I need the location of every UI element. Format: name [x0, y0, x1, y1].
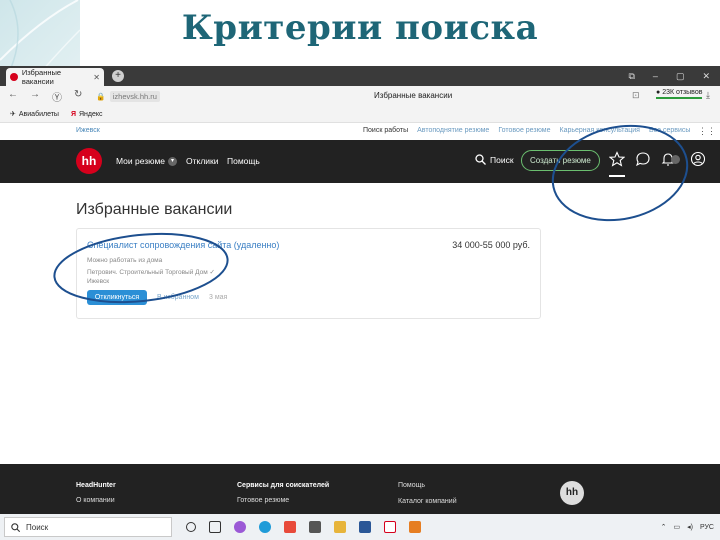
favorite-link[interactable]: В избранном: [157, 294, 199, 301]
system-tray: ⌃ ▭ ◂) РУС: [661, 523, 714, 532]
create-resume-button[interactable]: Создать резюме: [521, 150, 600, 171]
hh-footer: HeadHunter О компании Сервисы для соиска…: [0, 464, 720, 514]
url-host: izhevsk.hh.ru: [109, 90, 160, 102]
yandex-app-icon[interactable]: [384, 521, 396, 533]
verified-check-icon: ✓: [209, 269, 215, 276]
edge-icon[interactable]: [259, 521, 271, 533]
app-orange-icon[interactable]: [409, 521, 421, 533]
download-icon[interactable]: ⤓: [706, 90, 710, 101]
yandex-icon[interactable]: Ⓨ: [52, 89, 62, 104]
reviews-badge[interactable]: ● 23К отзывов: [656, 89, 703, 99]
battery-icon[interactable]: ▭: [673, 523, 680, 531]
bookmark-icon[interactable]: ⊡: [632, 90, 640, 101]
browser-tab[interactable]: Избранные вакансии ✕: [6, 68, 104, 86]
new-tab-button[interactable]: +: [112, 70, 124, 82]
close-tab-icon[interactable]: ✕: [93, 73, 100, 82]
link-all-services[interactable]: Все сервисы: [649, 127, 690, 134]
link-ready-resume[interactable]: Готовое резюме: [498, 127, 550, 134]
city-selector[interactable]: Ижевск: [76, 127, 100, 134]
window-controls: ⧉ – ▢ ✕: [628, 71, 710, 82]
search-icon: [475, 154, 486, 165]
notification-badge: [671, 155, 680, 164]
cortana-icon[interactable]: [186, 522, 196, 532]
vacancy-remote: Можно работать из дома: [87, 257, 163, 264]
vacancy-city: Ижевск: [87, 278, 110, 285]
bookmark-yandex[interactable]: Я Яндекс: [71, 111, 103, 118]
active-tab-underline: [609, 175, 625, 177]
bookmarks-bar: ✈ Авиабилеты Я Яндекс: [0, 106, 720, 123]
browser-tab-bar: Избранные вакансии ✕ + ⧉ – ▢ ✕: [0, 66, 720, 86]
vacancy-card: Специалист сопровождения сайта (удаленно…: [76, 228, 541, 319]
slide: Критерии поиска Избранные вакансии ✕ + ⧉…: [0, 0, 720, 540]
nav-help[interactable]: Помощь: [227, 156, 260, 166]
hh-logo[interactable]: hh: [76, 148, 102, 174]
close-window-icon[interactable]: ✕: [702, 71, 710, 82]
vacancy-company[interactable]: Петрович. Строительный Торговый Дом ✓: [87, 268, 215, 276]
respond-button[interactable]: Откликнуться: [87, 290, 147, 305]
profile-icon[interactable]: [690, 151, 706, 167]
language-indicator[interactable]: РУС: [700, 524, 714, 531]
grid-icon[interactable]: ⋮⋮⋮: [698, 126, 720, 137]
task-view-icon[interactable]: [209, 521, 221, 533]
taskbar-search[interactable]: Поиск: [4, 517, 172, 537]
bookmark-aviatickets[interactable]: ✈ Авиабилеты: [10, 110, 59, 118]
footer-help-link[interactable]: Помощь: [398, 482, 457, 489]
hh-navbar: hh Мои резюме ▾ Отклики Помощь Поиск Созд…: [0, 140, 720, 183]
link-auto-raise[interactable]: Автоподнятие резюме: [417, 127, 489, 134]
yandex-logo-icon: Я: [70, 110, 76, 118]
nav-my-resumes[interactable]: Мои резюме ▾: [116, 156, 178, 167]
yandex-browser-icon[interactable]: [284, 521, 296, 533]
store-icon[interactable]: [309, 521, 321, 533]
link-job-search[interactable]: Поиск работы: [363, 127, 408, 134]
nav-search[interactable]: Поиск: [475, 154, 514, 165]
vacancy-date: 3 мая: [209, 294, 228, 301]
windows-taskbar: Поиск ⌃ ▭ ◂) РУС: [0, 514, 720, 540]
folder-icon[interactable]: [334, 521, 346, 533]
plane-icon: ✈: [10, 111, 16, 118]
alice-icon[interactable]: [234, 521, 246, 533]
footer-col1-title: HeadHunter: [76, 482, 116, 489]
chevron-down-icon: ▾: [168, 157, 178, 167]
footer-col2-title: Сервисы для соискателей: [237, 482, 330, 489]
window-menu-icon[interactable]: ⧉: [628, 71, 634, 82]
nav-responses[interactable]: Отклики: [186, 156, 219, 166]
main-content: Избранные вакансии Специалист сопровожде…: [0, 183, 720, 463]
vacancy-title-link[interactable]: Специалист сопровождения сайта (удаленно…: [87, 240, 279, 250]
footer-catalog-link[interactable]: Каталог компаний: [398, 498, 457, 505]
slide-title: Критерии поиска: [181, 8, 539, 48]
browser-screenshot: Избранные вакансии ✕ + ⧉ – ▢ ✕ ← → Ⓨ ↻ 🔒…: [0, 66, 720, 540]
footer-about-link[interactable]: О компании: [76, 497, 116, 504]
hh-top-links: Ижевск Поиск работы Автоподнятие резюме …: [0, 123, 720, 140]
url-field[interactable]: 🔒 izhevsk.hh.ru: [96, 90, 160, 102]
lock-icon: 🔒: [96, 91, 106, 101]
app-b-icon[interactable]: [359, 521, 371, 533]
page-title: Избранные вакансии: [374, 91, 453, 100]
star-icon[interactable]: [609, 151, 625, 167]
footer-ready-resume-link[interactable]: Готовое резюме: [237, 497, 329, 504]
minimize-icon[interactable]: –: [653, 71, 658, 82]
link-career-consult[interactable]: Карьерная консультация: [560, 127, 640, 134]
chat-bubble-icon[interactable]: [635, 151, 651, 167]
taskbar-search-icon: [11, 522, 20, 532]
chat-icon: ●: [656, 89, 661, 96]
vacancy-salary: 34 000-55 000 руб.: [452, 240, 530, 250]
maximize-icon[interactable]: ▢: [676, 71, 685, 82]
volume-icon[interactable]: ◂): [687, 523, 693, 531]
reload-icon[interactable]: ↻: [74, 89, 82, 104]
address-bar: ← → Ⓨ ↻ 🔒 izhevsk.hh.ru Избранные ваканс…: [0, 86, 720, 106]
tray-up-icon[interactable]: ⌃: [661, 523, 667, 531]
footer-hh-logo[interactable]: hh: [560, 481, 584, 505]
back-icon[interactable]: ←: [8, 89, 18, 104]
page-heading: Избранные вакансии: [76, 201, 233, 218]
hh-favicon-icon: [10, 73, 18, 81]
forward-icon[interactable]: →: [30, 89, 40, 104]
tab-title: Избранные вакансии: [21, 68, 62, 86]
